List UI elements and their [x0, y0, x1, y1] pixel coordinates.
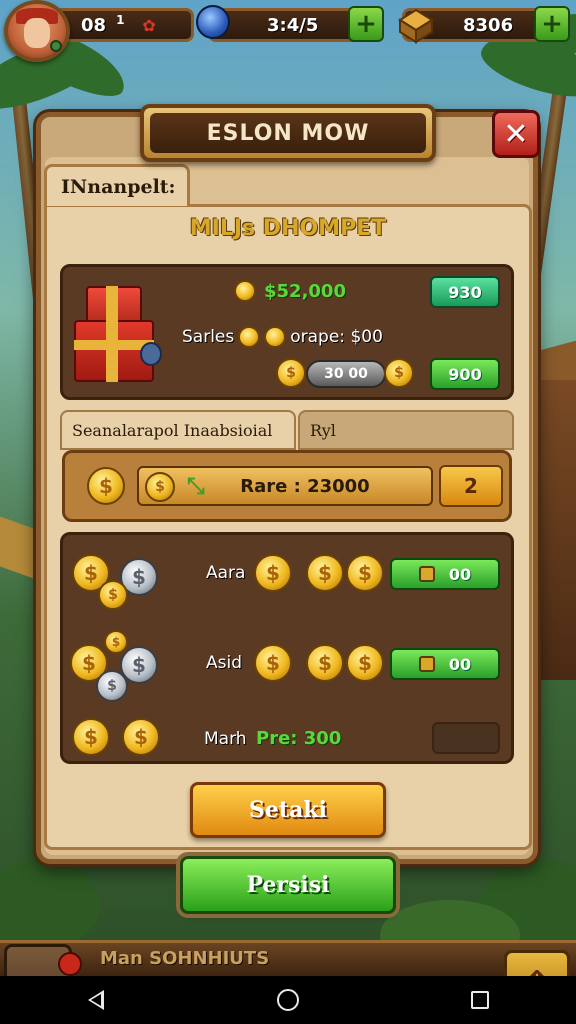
quantity-slider[interactable]: $ 30 00 $ [272, 358, 416, 390]
subtab-1[interactable]: Seanalarapol Inaabsioial [60, 410, 296, 450]
level-bar: 08 1 ✿ [54, 8, 194, 42]
row-3-value: Pre: 300 [256, 728, 342, 749]
nav-recents-button[interactable] [450, 976, 510, 1024]
bottom-bar [0, 940, 576, 976]
recents-icon [471, 991, 489, 1009]
gems-value: 3:4/5 [267, 14, 319, 36]
rate-text: Rare : 23000 [240, 475, 370, 497]
ticket-icon [418, 566, 435, 582]
row-2-buy-button[interactable]: 00 [390, 648, 500, 680]
coin-icon [264, 326, 287, 348]
heart-icon: ✿ [142, 15, 156, 35]
coin-icon [238, 326, 261, 348]
add-gold-button[interactable]: + [534, 6, 570, 42]
home-icon [277, 989, 299, 1011]
coin-icon: $ [306, 644, 344, 682]
level-value: 08 [81, 14, 107, 36]
row-3-disabled-button [432, 722, 500, 754]
coin-icon: $ [145, 472, 175, 502]
row-2-btn-label: 00 [448, 654, 472, 674]
subtab-2[interactable]: Ryl [298, 410, 514, 450]
top-hud: 08 1 ✿ 3:4/5 + 8306 + [0, 0, 576, 62]
tab-main[interactable]: INnanpelt: [44, 164, 190, 206]
coin-icon: $ [98, 580, 128, 610]
subtabs: Seanalarapol Inaabsioial Ryl [60, 410, 514, 450]
coin-icon: $ [346, 644, 384, 682]
player-avatar[interactable] [4, 0, 70, 62]
select-button[interactable]: Setaki [190, 782, 386, 838]
ticket-icon [418, 656, 435, 672]
level-sup: 1 [116, 13, 125, 27]
rate-field[interactable]: $ ⤡ Rare : 23000 [137, 466, 433, 506]
gold-chest-icon [398, 8, 434, 44]
rate-bar: $ $ ⤡ Rare : 23000 2 [62, 450, 512, 522]
notification-badge-icon [58, 952, 82, 976]
sales-suffix: orape: $00 [290, 327, 383, 347]
add-gems-button[interactable]: + [348, 6, 384, 42]
row-1-label: Aara [206, 563, 246, 583]
buy-button-top[interactable]: 930 [430, 276, 500, 308]
sales-label: Sarles [182, 327, 235, 347]
coin-icon: $ [306, 554, 344, 592]
buy-button-bottom[interactable]: 900 [430, 358, 500, 390]
gem-icon [196, 5, 230, 39]
nav-back-button[interactable] [66, 976, 126, 1024]
row-1-buy-button[interactable]: 00 [390, 558, 500, 590]
silver-coin-icon: $ [96, 670, 128, 702]
purchase-button[interactable]: Persisi [180, 856, 396, 914]
coin-icon: $ [254, 554, 292, 592]
coin-stack-icon [234, 280, 256, 302]
lock-icon [140, 342, 162, 366]
coin-icon: $ [72, 718, 110, 756]
gift-box-icon [70, 278, 162, 382]
coin-icon: $ [104, 630, 128, 654]
row-1-btn-label: 00 [448, 564, 472, 584]
row-3-label: Marh [204, 729, 247, 749]
slider-track[interactable]: 30 00 [306, 360, 386, 388]
online-badge-icon [50, 40, 62, 52]
gold-value: 8306 [463, 14, 514, 36]
coin-icon: $ [276, 358, 306, 388]
offer-sales: Sarles orape: $00 [182, 326, 383, 348]
close-button[interactable]: ✕ [492, 110, 540, 158]
bottom-label: Man SOHNHIUTS [100, 948, 270, 969]
row-2-label: Asid [206, 653, 243, 673]
coin-icon: $ [122, 718, 160, 756]
coin-icon: $ [254, 644, 292, 682]
system-nav-bar [0, 976, 576, 1024]
rate-next-button[interactable]: 2 [439, 465, 503, 507]
tab-label: INnanpelt: [61, 175, 176, 198]
coin-icon: $ [87, 467, 125, 505]
section-title: MILJs DHOMPET [189, 216, 387, 241]
nav-home-button[interactable] [258, 976, 318, 1024]
offer-amount-value: $52,000 [264, 280, 346, 302]
exchange-arrow-icon: ⤡ [187, 474, 205, 499]
coin-icon: $ [384, 358, 414, 388]
offer-amount: $52,000 [234, 280, 346, 302]
back-icon [88, 990, 104, 1010]
coin-icon: $ [346, 554, 384, 592]
dialog-title-plate: ESLON MOW [140, 104, 436, 162]
dialog-title: ESLON MOW [206, 120, 370, 146]
